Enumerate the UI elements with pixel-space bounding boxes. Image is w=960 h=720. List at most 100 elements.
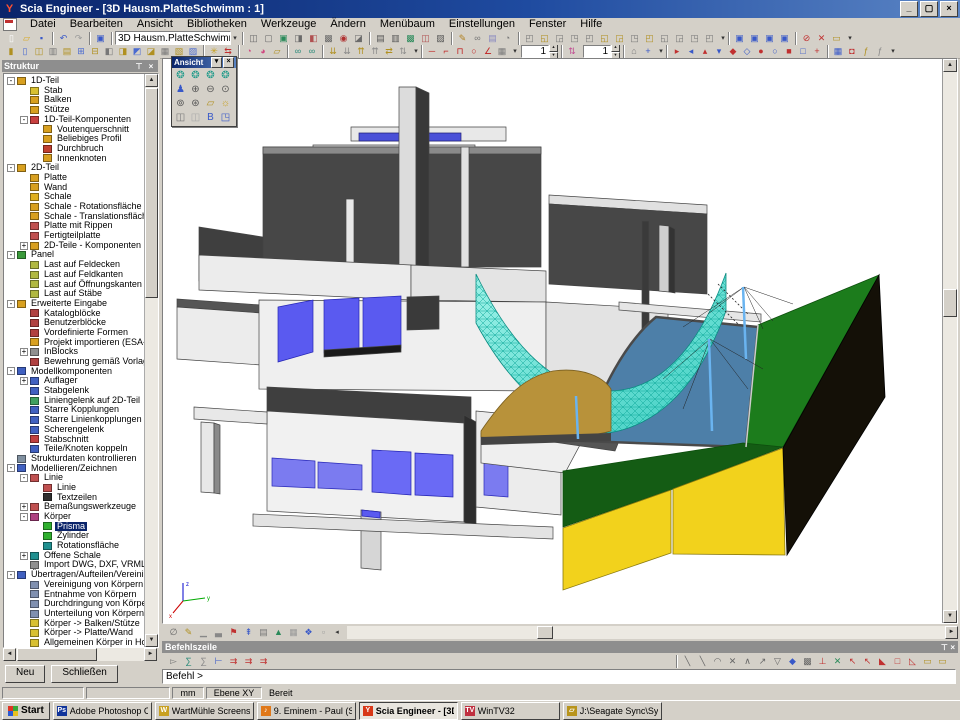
axo-more-icon[interactable]: ▾ <box>657 45 665 58</box>
member-tool-icon[interactable]: ▥ <box>46 45 60 58</box>
tree-item[interactable]: Wand <box>5 183 143 193</box>
tree-item[interactable]: Platte <box>5 173 143 183</box>
rotate-view-icon[interactable]: ❂ <box>173 69 188 83</box>
tree-scroll-thumb[interactable] <box>145 88 158 298</box>
node-tool-icon[interactable]: ◂ <box>684 45 698 58</box>
circle-icon[interactable]: ○ <box>467 45 481 58</box>
tree-horizontal-scrollbar[interactable]: ◄ ► <box>3 648 157 661</box>
ucs-icon[interactable]: ◲ <box>552 32 567 45</box>
viewport-vertical-scrollbar[interactable]: ▲ ▼ <box>942 59 957 623</box>
move-swap-icon[interactable]: ⇅ <box>396 45 410 58</box>
rotate-icon[interactable]: ◔ <box>242 45 256 58</box>
ucs-icon[interactable]: ◳ <box>687 32 702 45</box>
home-view-icon[interactable]: ⌂ <box>627 45 641 58</box>
pin-icon[interactable]: ⊤ <box>941 643 948 652</box>
snap-angle-icon[interactable]: ◺ <box>905 655 920 668</box>
combo-more-icon[interactable]: ▾ <box>231 32 239 45</box>
close-button[interactable]: × <box>940 1 958 17</box>
gallery-icon[interactable]: ◫ <box>418 32 433 45</box>
view-tool-icon[interactable]: ◧ <box>306 32 321 45</box>
clip-icon[interactable]: ◫ <box>173 111 188 125</box>
levels-icon[interactable]: ⇞ <box>241 626 256 639</box>
chevron-down-icon[interactable]: ▾ <box>211 57 222 68</box>
ansicht-palette-title[interactable]: Ansicht ▾ × <box>172 57 236 68</box>
activity-spinner[interactable]: 1 ▲▼ <box>521 45 558 59</box>
minimize-button[interactable]: _ <box>900 1 918 17</box>
save-more-icon[interactable]: ▾ <box>889 45 897 58</box>
document-icon[interactable]: ▤ <box>485 32 500 45</box>
tree-expander-icon[interactable] <box>20 377 28 385</box>
flag-icon[interactable]: ⚑ <box>226 626 241 639</box>
node-tool-icon[interactable]: ▴ <box>698 45 712 58</box>
view-tool-icon[interactable]: ▩ <box>321 32 336 45</box>
model-viewport[interactable]: z x y ▲ ▼ Ansicht ▾ × ❂❂❂❂♟⊕⊖⊙⊚⊛▱☼◫◫B◳ <box>162 58 958 624</box>
new-button[interactable]: Neu <box>5 665 45 683</box>
view-pair-icon[interactable]: ∞ <box>305 45 319 58</box>
axis-icon[interactable]: ⊢ <box>211 655 226 668</box>
scroll-right-icon[interactable]: ► <box>945 626 958 639</box>
ucs-icon[interactable]: ◰ <box>522 32 537 45</box>
snap-corner-icon[interactable]: ◣ <box>875 655 890 668</box>
snap-plane-icon[interactable]: ▭ <box>920 655 935 668</box>
activity-spinner-value[interactable]: 1 <box>521 45 549 58</box>
select-cursor-icon[interactable]: ▻ <box>166 655 181 668</box>
copy-tool-icon[interactable]: ▣ <box>732 32 747 45</box>
snap-point-icon[interactable]: ✕ <box>830 655 845 668</box>
taskbar-task-button[interactable]: Y Scia Engineer - [3D H... <box>359 702 458 720</box>
zoom-window-icon[interactable]: ⊚ <box>173 97 188 111</box>
viewport-scroll-thumb[interactable] <box>943 289 957 317</box>
zoom-all-icon[interactable]: ⊛ <box>188 97 203 111</box>
member-tool-icon[interactable]: ▤ <box>60 45 74 58</box>
sum-icon[interactable]: ∑ <box>181 655 196 668</box>
scroll-down-icon[interactable]: ▼ <box>145 634 158 647</box>
member-tool-icon[interactable]: ▯ <box>18 45 32 58</box>
grid-view-icon[interactable]: ▦ <box>286 626 301 639</box>
clip-toggle-icon[interactable]: ∅ <box>166 626 181 639</box>
scroll-up-icon[interactable]: ▲ <box>943 59 957 72</box>
ucs-icon[interactable]: ◰ <box>642 32 657 45</box>
open-folder-icon[interactable]: ▱ <box>19 32 34 45</box>
maximize-button[interactable]: ▢ <box>920 1 938 17</box>
tree-expander-icon[interactable] <box>20 242 28 250</box>
chart-low-icon[interactable]: ▁ <box>196 626 211 639</box>
zoom-in-icon[interactable]: ⊕ <box>188 83 203 97</box>
function-icon[interactable]: ƒ <box>873 45 887 58</box>
tree-item[interactable]: Last auf Feldkanten <box>5 270 143 280</box>
ucs-icon[interactable]: ◱ <box>597 32 612 45</box>
ucs-more-icon[interactable]: ▾ <box>719 32 727 45</box>
node-tool-icon[interactable]: ● <box>754 45 768 58</box>
member-tool-icon[interactable]: ⊟ <box>88 45 102 58</box>
tree-item[interactable]: 1D-Teil-Komponenten <box>5 115 143 125</box>
node-tool-icon[interactable]: ○ <box>768 45 782 58</box>
draw-more-icon[interactable]: ▾ <box>511 45 519 58</box>
snap-cursor-icon[interactable]: ◆ <box>785 655 800 668</box>
viewport-hscroll-thumb[interactable] <box>537 626 553 639</box>
zoom-selection-icon[interactable]: ⊙ <box>218 83 233 97</box>
move-swap-icon[interactable]: ⇄ <box>382 45 396 58</box>
tree-expander-icon[interactable] <box>20 474 28 482</box>
taskbar-task-button[interactable]: TV WinTV32 <box>461 702 560 720</box>
move-more-icon[interactable]: ▾ <box>412 45 420 58</box>
terrain-icon[interactable]: ▲ <box>271 626 286 639</box>
line-icon[interactable]: ─ <box>425 45 439 58</box>
tree-expander-icon[interactable] <box>7 77 15 85</box>
taskbar-task-button[interactable]: ♪ 9. Eminem - Paul (Skit) - ... <box>257 702 356 720</box>
tree-expander-icon[interactable] <box>20 513 28 521</box>
menu-item[interactable]: Hilfe <box>573 18 609 31</box>
structure-panel-header[interactable]: Struktur ⊤ × <box>2 60 158 72</box>
rotate-icon[interactable]: ◕ <box>256 45 270 58</box>
member-tool-icon[interactable]: ◧ <box>102 45 116 58</box>
image-icon[interactable]: ▩ <box>403 32 418 45</box>
tree-expander-icon[interactable] <box>20 552 28 560</box>
axes-icon[interactable]: + <box>641 45 655 58</box>
sum-gray-icon[interactable]: ∑ <box>196 655 211 668</box>
render-mode-icon[interactable]: ❖ <box>301 626 316 639</box>
node-tool-icon[interactable]: ◇ <box>740 45 754 58</box>
command-input[interactable]: Befehl > <box>162 669 956 684</box>
chart-icon[interactable]: ◘ <box>845 45 859 58</box>
tree-item[interactable]: Innenknoten <box>5 154 143 164</box>
mdi-child-icon[interactable] <box>3 18 17 31</box>
start-button[interactable]: Start <box>2 702 50 720</box>
close-icon[interactable]: × <box>223 57 234 68</box>
tree-item[interactable]: 2D-Teile - Komponenten <box>5 241 143 251</box>
